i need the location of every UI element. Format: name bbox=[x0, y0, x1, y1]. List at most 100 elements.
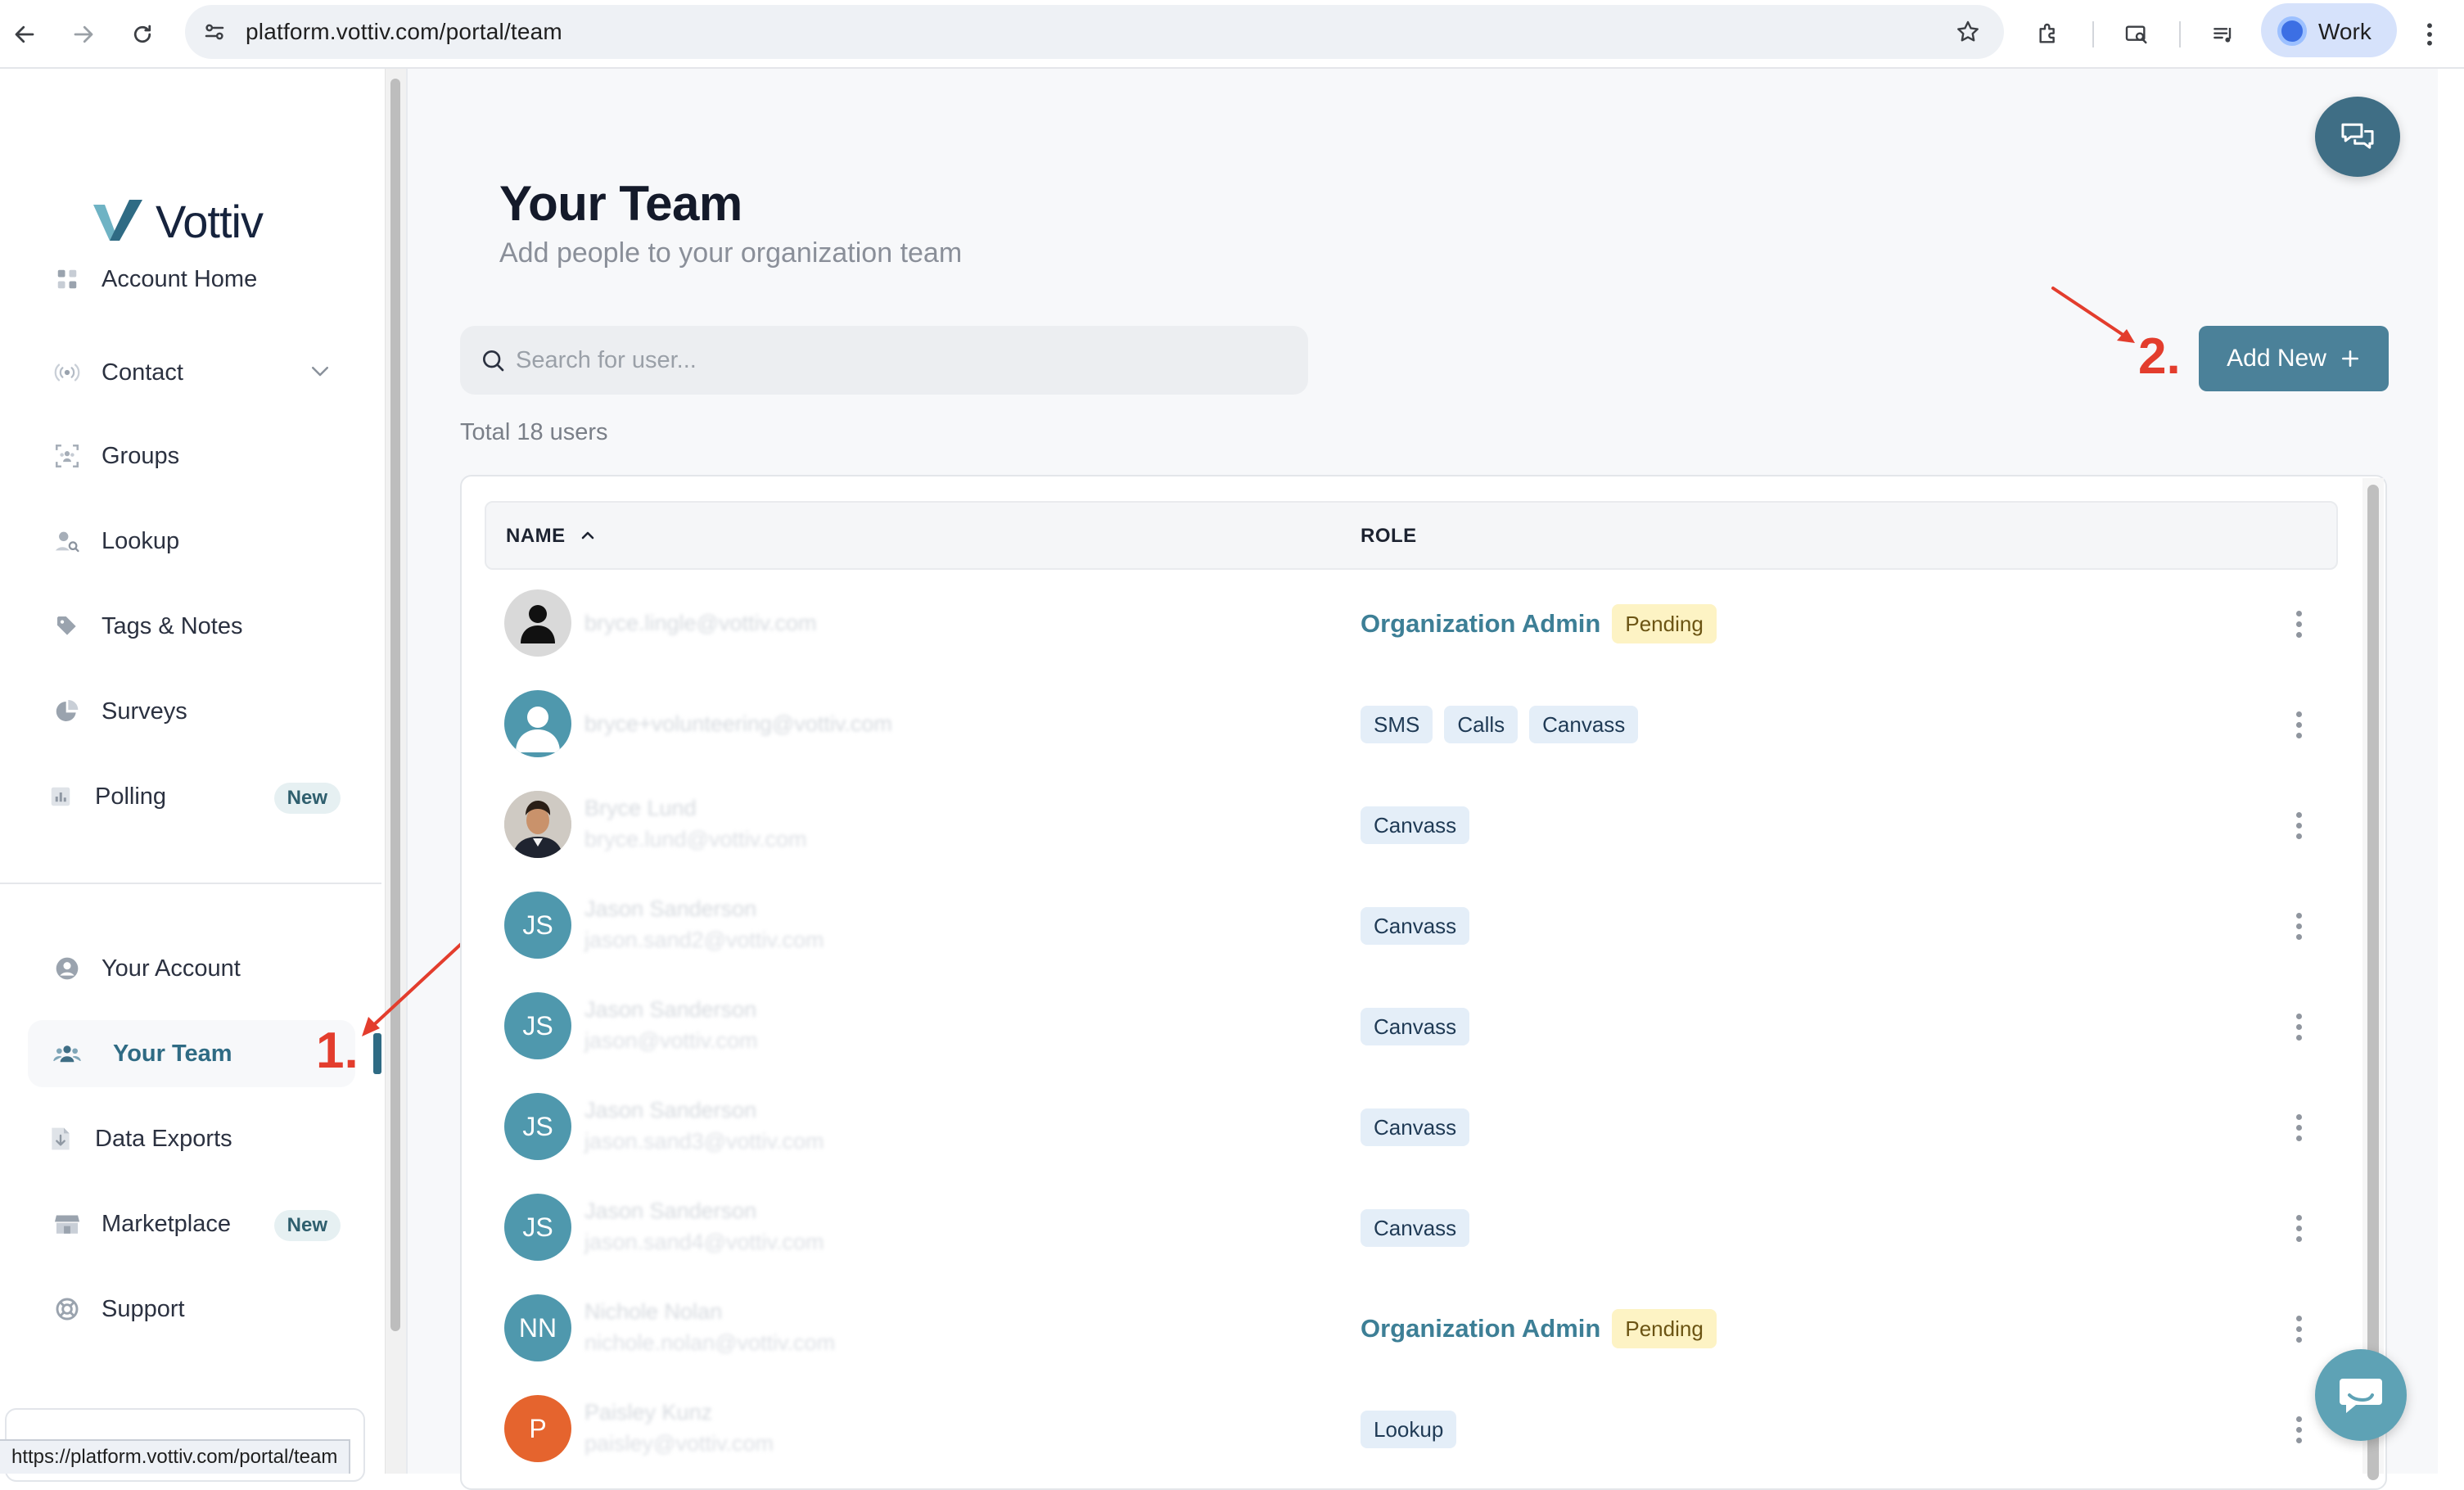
permission-chip: Canvass bbox=[1529, 706, 1639, 743]
column-header-role: ROLE bbox=[1361, 525, 1417, 547]
row-actions-menu-icon[interactable] bbox=[2281, 705, 2317, 744]
sidebar-item-marketplace[interactable]: Marketplace New bbox=[28, 1190, 355, 1257]
group-scan-icon bbox=[49, 438, 85, 474]
sidebar-item-support[interactable]: Support bbox=[28, 1276, 355, 1343]
broadcast-icon bbox=[49, 354, 85, 391]
back-button[interactable] bbox=[5, 15, 44, 54]
sidebar-scrollbar[interactable] bbox=[385, 69, 406, 1474]
profile-button[interactable]: Work bbox=[2261, 3, 2397, 57]
address-bar[interactable]: platform.vottiv.com/portal/team bbox=[185, 5, 2004, 59]
table-row[interactable]: Bryce Lund bryce.lund@vottiv.com Canvass bbox=[485, 774, 2338, 875]
table-row[interactable]: NN Nichole Nolan nichole.nolan@vottiv.com O… bbox=[485, 1278, 2338, 1379]
sidebar-item-groups[interactable]: Groups bbox=[28, 422, 355, 490]
search-input[interactable] bbox=[514, 334, 1284, 386]
row-actions-menu-icon[interactable] bbox=[2281, 1309, 2317, 1348]
reload-button[interactable] bbox=[123, 15, 162, 54]
sidebar-item-label: Data Exports bbox=[95, 1125, 232, 1152]
sidebar-item-label: Contact bbox=[102, 359, 183, 386]
table-row[interactable]: JS Jason Sanderson jason.sand3@vottiv.com C… bbox=[485, 1077, 2338, 1177]
support-chat-button[interactable] bbox=[2315, 1349, 2407, 1441]
sidebar-item-lookup[interactable]: Lookup bbox=[28, 508, 355, 575]
sidebar-item-your-account[interactable]: Your Account bbox=[28, 935, 355, 1002]
user-email: jason.sand4@vottiv.com bbox=[584, 1230, 824, 1254]
table-row[interactable]: bryce+volunteering@vottiv.com SMS Calls Can… bbox=[485, 674, 2338, 774]
chevron-down-icon[interactable] bbox=[308, 359, 332, 387]
table-header: NAME ROLE bbox=[485, 501, 2338, 570]
sidebar-item-tags-notes[interactable]: Tags & Notes bbox=[28, 593, 355, 660]
role-cell: Canvass bbox=[1361, 906, 1470, 946]
sidebar-item-label: Surveys bbox=[102, 698, 187, 725]
row-actions-menu-icon[interactable] bbox=[2281, 806, 2317, 845]
permission-chip: Canvass bbox=[1361, 1008, 1470, 1045]
plus-icon bbox=[2341, 350, 2358, 367]
table-row[interactable]: P Paisley Kunz paisley@vottiv.com Lookup bbox=[485, 1379, 2338, 1479]
avatar: JS bbox=[504, 892, 571, 959]
url-text[interactable]: platform.vottiv.com/portal/team bbox=[246, 19, 562, 45]
lens-search-icon[interactable] bbox=[2117, 15, 2156, 54]
team-icon bbox=[49, 1036, 85, 1072]
bookmark-star-icon[interactable] bbox=[1952, 16, 1984, 48]
profile-label: Work bbox=[2318, 19, 2371, 44]
table-scrollbar[interactable] bbox=[2362, 478, 2384, 1480]
role-cell: Lookup bbox=[1361, 1410, 1457, 1449]
sidebar-item-label: Support bbox=[102, 1295, 185, 1322]
messages-button[interactable] bbox=[2315, 97, 2400, 177]
table-row[interactable]: JS Jason Sanderson jason@vottiv.com Canvass bbox=[485, 976, 2338, 1077]
sort-ascending-icon[interactable] bbox=[578, 526, 598, 549]
sidebar-divider bbox=[0, 883, 381, 884]
sidebar-item-surveys[interactable]: Surveys bbox=[28, 678, 355, 745]
vottiv-logo[interactable]: Vottiv bbox=[93, 195, 264, 247]
sidebar-item-data-exports[interactable]: Data Exports bbox=[28, 1105, 355, 1172]
table-row[interactable]: JS Jason Sanderson jason.sand4@vottiv.com C… bbox=[485, 1177, 2338, 1278]
search-bar[interactable] bbox=[460, 326, 1308, 395]
avatar: JS bbox=[504, 1194, 571, 1261]
permission-chip: Canvass bbox=[1361, 1108, 1470, 1146]
page-subtitle: Add people to your organization team bbox=[499, 237, 963, 269]
media-queue-icon[interactable] bbox=[2204, 15, 2243, 54]
scrollbar-thumb[interactable] bbox=[390, 79, 400, 1331]
user-email: jason.sand2@vottiv.com bbox=[584, 928, 824, 952]
site-settings-icon[interactable] bbox=[198, 16, 231, 48]
sidebar-item-contact[interactable]: Contact bbox=[28, 339, 355, 406]
user-name: Jason Sanderson bbox=[584, 1199, 757, 1223]
forward-button[interactable] bbox=[64, 15, 103, 54]
row-actions-menu-icon[interactable] bbox=[2281, 604, 2317, 643]
sidebar-item-account-home[interactable]: Account Home bbox=[28, 246, 355, 313]
row-actions-menu-icon[interactable] bbox=[2281, 1208, 2317, 1248]
sidebar-item-label: Your Account bbox=[102, 955, 241, 982]
sidebar-item-label: Tags & Notes bbox=[102, 612, 243, 639]
permission-chip: Calls bbox=[1444, 706, 1519, 743]
user-email: jason.sand3@vottiv.com bbox=[584, 1129, 824, 1154]
role-cell: Organization Admin Pending bbox=[1361, 1309, 1717, 1348]
sidebar-item-label: Groups bbox=[102, 442, 180, 469]
more-menu-icon[interactable] bbox=[2410, 15, 2449, 54]
table-row[interactable]: JS Jason Sanderson jason.sand2@vottiv.com C… bbox=[485, 875, 2338, 976]
table-row[interactable]: bryce.lingle@vottiv.com Organization Admi… bbox=[485, 573, 2338, 674]
user-email: jason@vottiv.com bbox=[584, 1028, 758, 1053]
sidebar-item-your-team[interactable]: Your Team bbox=[28, 1020, 355, 1087]
user-email: bryce.lund@vottiv.com bbox=[584, 827, 807, 851]
link-status-tooltip: https://platform.vottiv.com/portal/team bbox=[0, 1439, 351, 1474]
column-header-name[interactable]: NAME bbox=[506, 525, 566, 548]
scrollbar-thumb[interactable] bbox=[2367, 485, 2379, 1480]
status-badge: Pending bbox=[1612, 1309, 1717, 1348]
role-cell: Canvass bbox=[1361, 1108, 1470, 1147]
toolbar-separator bbox=[2179, 21, 2181, 47]
permission-chip: SMS bbox=[1361, 706, 1433, 743]
row-actions-menu-icon[interactable] bbox=[2281, 1108, 2317, 1147]
permission-chip: Lookup bbox=[1361, 1411, 1457, 1448]
add-new-button[interactable]: Add New bbox=[2199, 326, 2389, 391]
status-badge: Pending bbox=[1612, 604, 1717, 643]
sidebar-item-polling[interactable]: Polling New bbox=[28, 763, 355, 830]
profile-avatar bbox=[2277, 16, 2307, 46]
avatar: NN bbox=[504, 1294, 571, 1361]
new-badge: New bbox=[273, 783, 341, 814]
role-cell: SMS Calls Canvass bbox=[1361, 705, 1639, 744]
row-actions-menu-icon[interactable] bbox=[2281, 906, 2317, 946]
row-actions-menu-icon[interactable] bbox=[2281, 1007, 2317, 1046]
extensions-icon[interactable] bbox=[2029, 15, 2068, 54]
avatar: JS bbox=[504, 992, 571, 1059]
row-actions-menu-icon[interactable] bbox=[2281, 1410, 2317, 1449]
user-name: Jason Sanderson bbox=[584, 896, 757, 921]
sidebar-item-label: Marketplace bbox=[102, 1210, 231, 1237]
